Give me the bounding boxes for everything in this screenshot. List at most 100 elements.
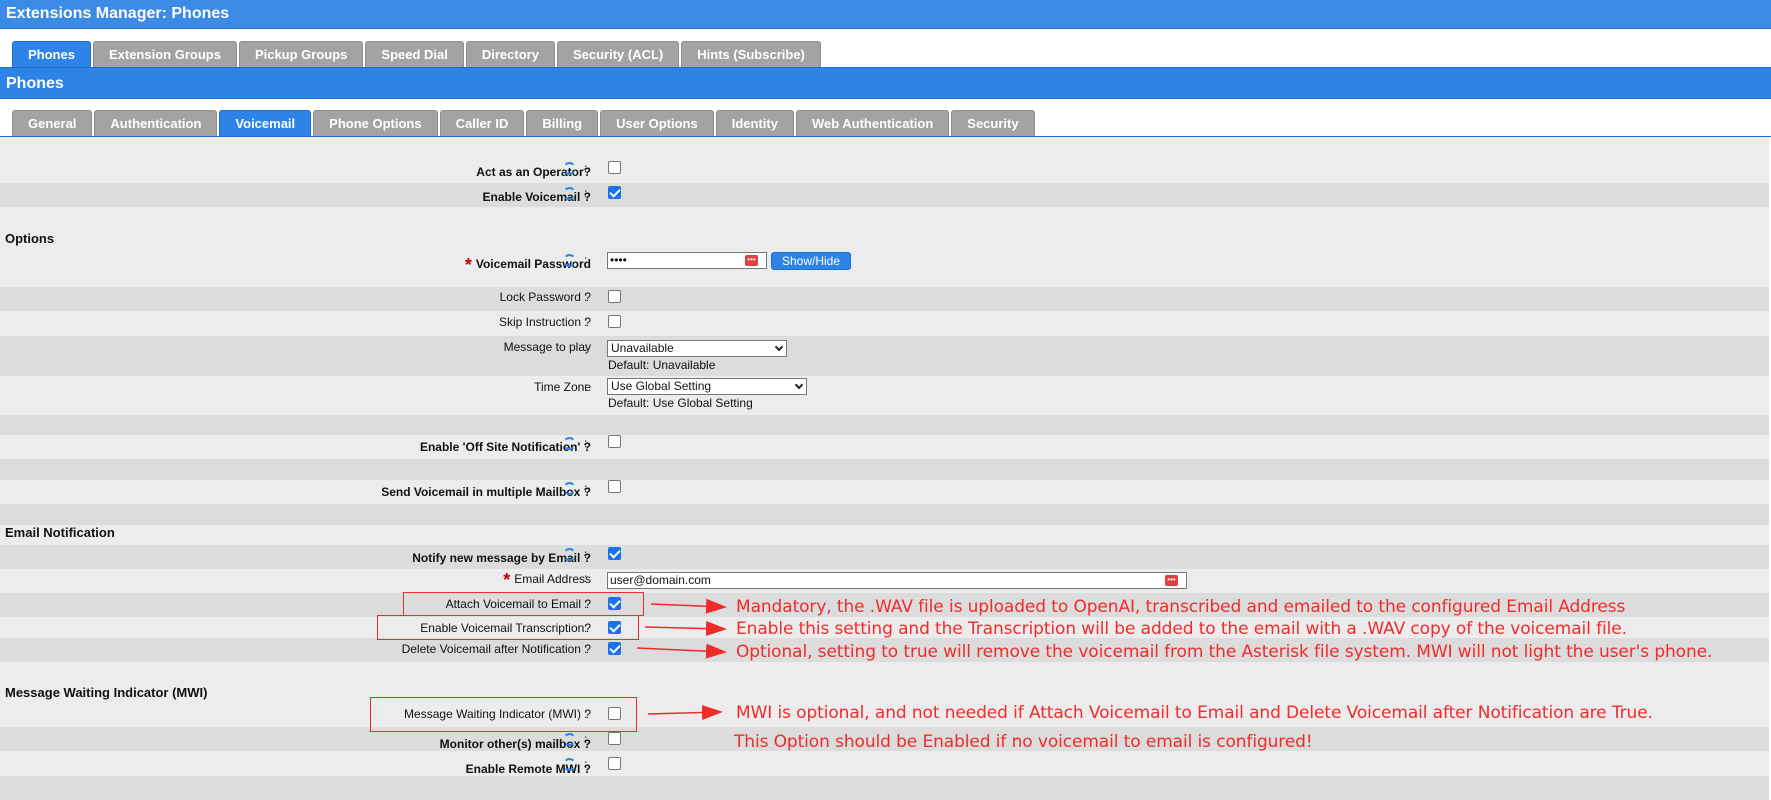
required-marker: * — [503, 570, 511, 590]
time-zone-label: Time Zone — [534, 380, 591, 394]
colon: : — [584, 732, 588, 746]
highlight-attach-voicemail — [403, 592, 644, 616]
sync-icon[interactable] — [563, 482, 576, 495]
chevron-down-icon — [774, 342, 784, 352]
skip-instruction-checkbox[interactable] — [608, 315, 621, 328]
email-address-value: user@domain.com — [610, 573, 711, 587]
colon: : — [584, 547, 588, 561]
sync-icon[interactable] — [563, 162, 576, 175]
time-zone-select[interactable]: Use Global Setting — [607, 378, 807, 395]
skip-instruction-label: Skip Instruction ? — [498, 315, 591, 329]
colon: : — [584, 253, 588, 267]
remote-mwi-checkbox[interactable] — [608, 757, 621, 770]
colon: : — [584, 380, 588, 394]
sub-tabs: General Authentication Voicemail Phone O… — [12, 110, 1035, 136]
window-title: Extensions Manager: Phones — [0, 0, 1771, 29]
notify-email-checkbox[interactable] — [608, 547, 621, 560]
email-address-text: Email Address — [514, 572, 591, 586]
lock-password-checkbox[interactable] — [608, 290, 621, 303]
password-key-icon[interactable]: ••• — [745, 255, 758, 266]
form-row — [0, 287, 1769, 311]
colon: : — [584, 571, 588, 585]
delete-voicemail-checkbox[interactable] — [608, 642, 621, 655]
highlight-mwi — [370, 697, 637, 732]
email-address-input[interactable]: user@domain.com ••• — [607, 572, 1187, 589]
tab-user-options[interactable]: User Options — [600, 110, 714, 136]
message-to-play-select[interactable]: Unavailable — [607, 340, 787, 357]
form-row — [0, 311, 1769, 336]
form-row — [0, 415, 1769, 435]
form-row — [0, 336, 1769, 376]
form-row — [0, 776, 1769, 800]
sync-icon[interactable] — [563, 437, 576, 450]
form-row — [0, 459, 1769, 480]
email-notification-section-title: Email Notification — [5, 525, 115, 540]
annotation-attach: Mandatory, the .WAV file is uploaded to … — [736, 597, 1626, 617]
tab-caller-id[interactable]: Caller ID — [439, 110, 525, 136]
delete-voicemail-label: Delete Voicemail after Notification ? — [401, 642, 591, 656]
form-row — [0, 376, 1769, 415]
tab-extension-groups[interactable]: Extension Groups — [92, 41, 237, 67]
chevron-down-icon — [794, 380, 804, 390]
sync-icon[interactable] — [563, 733, 576, 746]
form-row — [0, 247, 1769, 287]
message-to-play-default: Default: Unavailable — [608, 358, 716, 372]
colon: : — [584, 481, 588, 495]
main-tabs: Phones Extension Groups Pickup Groups Sp… — [12, 41, 821, 67]
tab-security[interactable]: Security — [951, 110, 1035, 136]
monitor-mailbox-checkbox[interactable] — [608, 732, 621, 745]
sync-icon[interactable] — [563, 758, 576, 771]
options-section-title: Options — [5, 231, 55, 246]
tab-phone-options[interactable]: Phone Options — [313, 110, 438, 136]
tab-pickup-groups[interactable]: Pickup Groups — [238, 41, 364, 67]
form-row — [0, 183, 1769, 207]
annotation-mwi-enable: This Option should be Enabled if no voic… — [734, 732, 1313, 752]
tab-authentication[interactable]: Authentication — [94, 110, 218, 136]
lock-password-label: Lock Password ? — [499, 290, 591, 304]
multiple-mailbox-checkbox[interactable] — [608, 480, 621, 493]
mwi-section-title: Message Waiting Indicator (MWI) — [5, 685, 208, 700]
act-operator-checkbox[interactable] — [608, 161, 621, 174]
tab-speed-dial[interactable]: Speed Dial — [365, 41, 464, 67]
form-row — [0, 751, 1769, 776]
colon: : — [584, 161, 588, 175]
form-row — [0, 504, 1769, 525]
show-hide-button[interactable]: Show/Hide — [771, 252, 852, 270]
form-row — [0, 480, 1769, 504]
tab-general[interactable]: General — [12, 110, 93, 136]
tab-hints-subscribe[interactable]: Hints (Subscribe) — [681, 41, 821, 67]
sync-icon[interactable] — [563, 187, 576, 200]
colon: : — [584, 757, 588, 771]
email-address-label: * Email Address — [503, 570, 591, 591]
enable-voicemail-checkbox[interactable] — [608, 186, 621, 199]
colon: : — [584, 340, 588, 354]
offsite-notification-checkbox[interactable] — [608, 435, 621, 448]
tab-phones[interactable]: Phones — [12, 41, 91, 67]
form-row — [0, 207, 1769, 247]
voicemail-password-value: •••• — [610, 253, 627, 267]
tab-identity[interactable]: Identity — [715, 110, 794, 136]
form-row — [0, 435, 1769, 459]
colon: : — [584, 436, 588, 450]
sync-icon[interactable] — [563, 548, 576, 561]
contact-card-icon[interactable]: ••• — [1165, 575, 1178, 586]
colon: : — [584, 186, 588, 200]
required-marker: * — [464, 255, 472, 275]
colon: : — [584, 290, 588, 304]
annotation-mwi: MWI is optional, and not needed if Attac… — [736, 703, 1653, 723]
message-to-play-value: Unavailable — [611, 341, 674, 355]
colon: : — [584, 315, 588, 329]
annotation-delete: Optional, setting to true will remove th… — [736, 642, 1713, 662]
sync-icon[interactable] — [563, 254, 576, 267]
voicemail-password-input[interactable]: •••• ••• — [607, 252, 767, 269]
tab-billing[interactable]: Billing — [526, 110, 599, 136]
tab-directory[interactable]: Directory — [465, 41, 555, 67]
annotation-transcription: Enable this setting and the Transcriptio… — [736, 619, 1627, 639]
tab-web-authentication[interactable]: Web Authentication — [795, 110, 950, 136]
multiple-mailbox-label: Send Voicemail in multiple Mailbox ? — [381, 485, 591, 499]
tab-voicemail[interactable]: Voicemail — [219, 110, 312, 136]
section-header: Phones — [0, 67, 1771, 99]
colon: : — [584, 642, 588, 656]
message-to-play-label: Message to play — [503, 340, 591, 354]
tab-security-acl[interactable]: Security (ACL) — [556, 41, 680, 67]
